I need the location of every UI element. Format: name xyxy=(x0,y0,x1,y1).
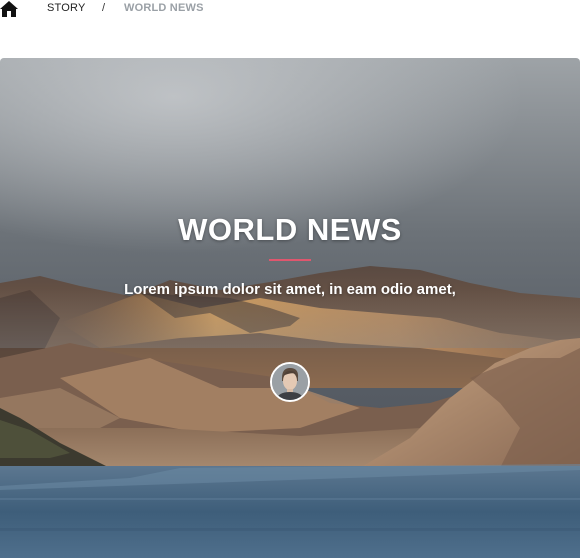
hero-background-image xyxy=(0,58,580,558)
author-avatar[interactable] xyxy=(270,362,310,402)
breadcrumb-separator: / xyxy=(102,2,106,14)
hero-banner: WORLD NEWS Lorem ipsum dolor sit amet, i… xyxy=(0,58,580,558)
hero-subtitle: Lorem ipsum dolor sit amet, in eam odio … xyxy=(124,281,456,298)
breadcrumb: STORY / WORLD NEWS xyxy=(0,0,580,18)
hero-title-underline xyxy=(269,259,311,261)
avatar-portrait-icon xyxy=(272,364,308,400)
hero-title: WORLD NEWS xyxy=(178,212,402,247)
breadcrumb-current: WORLD NEWS xyxy=(124,2,204,14)
breadcrumb-item-story[interactable]: STORY xyxy=(47,2,86,14)
home-icon[interactable] xyxy=(0,1,18,17)
